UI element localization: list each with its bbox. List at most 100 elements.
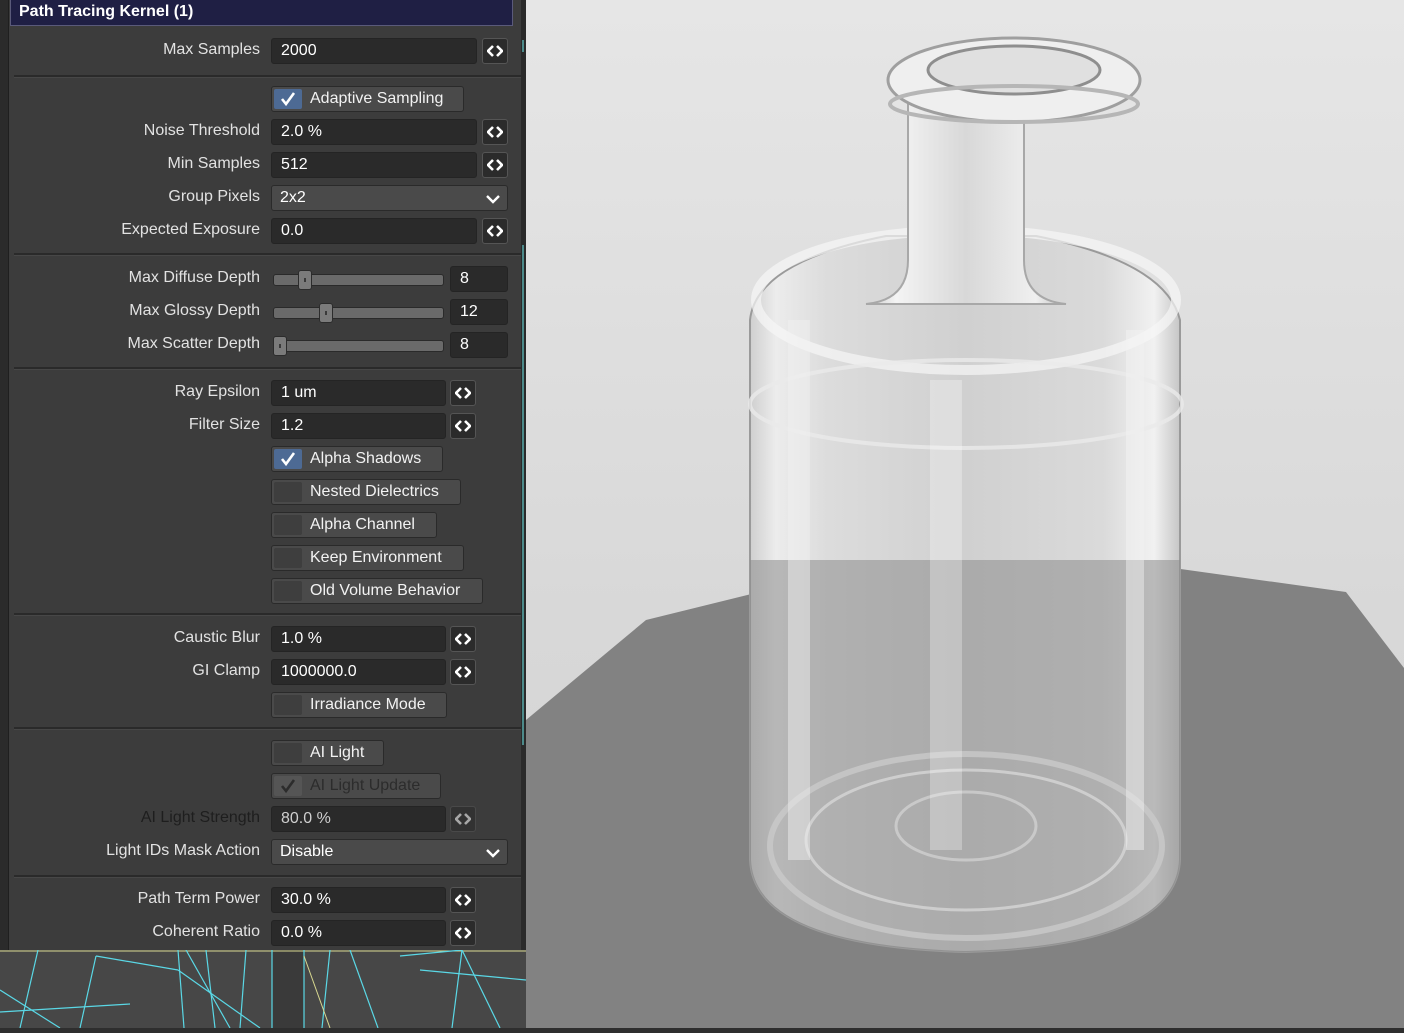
coherent-ratio-label: Coherent Ratio — [152, 923, 260, 940]
path-term-power-spin-icon[interactable] — [450, 887, 476, 913]
adaptive-sampling-checkbox[interactable]: Adaptive Sampling — [271, 86, 464, 112]
ray-epsilon-value: 1 um — [281, 384, 317, 401]
slider-thumb[interactable] — [318, 303, 333, 323]
irradiance-mode-checkbox[interactable]: Irradiance Mode — [271, 692, 447, 718]
check-icon — [274, 449, 302, 469]
glass-bottle-render — [526, 0, 1404, 1028]
caustic-blur-spin-icon[interactable] — [450, 626, 476, 652]
expected-exposure-field[interactable]: 0.0 — [271, 218, 477, 244]
nested-dielectrics-checkbox[interactable]: Nested Dielectrics — [271, 479, 461, 505]
ai-light-strength-spin-icon[interactable] — [450, 806, 476, 832]
gi-clamp-field[interactable]: 1000000.0 — [271, 659, 446, 685]
ai-light-checkbox[interactable]: AI Light — [271, 740, 384, 766]
light-ids-mask-action-value: Disable — [280, 843, 334, 860]
max-samples-spin-icon[interactable] — [482, 38, 508, 64]
separator — [14, 727, 521, 730]
separator — [14, 613, 521, 616]
ai-light-strength-field[interactable]: 80.0 % — [271, 806, 446, 832]
separator — [14, 367, 521, 370]
separator — [14, 75, 521, 78]
ai-light-strength-value: 80.0 % — [281, 810, 331, 827]
ray-epsilon-field[interactable]: 1 um — [271, 380, 446, 406]
check-icon — [274, 776, 302, 796]
max-glossy-depth-field[interactable]: 12 — [450, 299, 508, 325]
caustic-blur-field[interactable]: 1.0 % — [271, 626, 446, 652]
old-volume-behavior-label: Old Volume Behavior — [310, 582, 461, 599]
group-pixels-value: 2x2 — [280, 189, 306, 206]
max-diffuse-depth-slider[interactable] — [271, 268, 446, 290]
noise-threshold-spin-icon[interactable] — [482, 119, 508, 145]
path-term-power-field[interactable]: 30.0 % — [271, 887, 446, 913]
render-settings-panel: Path Tracing Kernel (1) Max Samples 2000… — [0, 0, 526, 950]
group-pixels-select[interactable]: 2x2 — [271, 185, 508, 211]
checkbox-box — [274, 743, 302, 763]
noise-threshold-field[interactable]: 2.0 % — [271, 119, 477, 145]
max-samples-field[interactable]: 2000 — [271, 38, 477, 64]
noise-threshold-label: Noise Threshold — [143, 122, 260, 139]
checkbox-box — [274, 515, 302, 535]
path-term-power-label: Path Term Power — [137, 890, 260, 907]
light-ids-mask-action-label: Light IDs Mask Action — [106, 842, 260, 859]
chevron-down-icon — [486, 195, 500, 204]
ai-light-label: AI Light — [310, 744, 365, 761]
filter-size-label: Filter Size — [188, 416, 260, 433]
max-glossy-depth-value: 12 — [460, 303, 478, 320]
caustic-blur-label: Caustic Blur — [173, 629, 260, 646]
max-diffuse-depth-field[interactable]: 8 — [450, 266, 508, 292]
caustic-blur-value: 1.0 % — [281, 630, 322, 647]
adaptive-sampling-label: Adaptive Sampling — [310, 90, 444, 107]
max-samples-value: 2000 — [281, 42, 317, 59]
ai-light-update-label: AI Light Update — [310, 777, 421, 794]
wireframe-mesh — [0, 949, 527, 1029]
coherent-ratio-field[interactable]: 0.0 % — [271, 920, 446, 946]
keep-environment-label: Keep Environment — [310, 549, 442, 566]
checkbox-box — [274, 482, 302, 502]
separator — [14, 875, 521, 878]
checkbox-box — [274, 548, 302, 568]
keep-environment-checkbox[interactable]: Keep Environment — [271, 545, 464, 571]
max-scatter-depth-value: 8 — [460, 336, 469, 353]
ai-light-strength-label: AI Light Strength — [140, 809, 260, 826]
filter-size-spin-icon[interactable] — [450, 413, 476, 439]
min-samples-field[interactable]: 512 — [271, 152, 477, 178]
light-ids-mask-action-select[interactable]: Disable — [271, 839, 508, 865]
check-icon — [274, 89, 302, 109]
panel-title-bar[interactable]: Path Tracing Kernel (1) — [10, 0, 513, 26]
checkbox-box — [274, 581, 302, 601]
max-glossy-depth-slider[interactable] — [271, 301, 446, 323]
max-scatter-depth-slider[interactable] — [271, 334, 446, 356]
max-glossy-depth-label: Max Glossy Depth — [129, 302, 260, 319]
max-scatter-depth-label: Max Scatter Depth — [127, 335, 261, 352]
ai-light-update-checkbox[interactable]: AI Light Update — [271, 773, 441, 799]
coherent-ratio-value: 0.0 % — [281, 924, 322, 941]
chevron-down-icon — [486, 849, 500, 858]
old-volume-behavior-checkbox[interactable]: Old Volume Behavior — [271, 578, 483, 604]
separator — [14, 253, 521, 256]
alpha-shadows-checkbox[interactable]: Alpha Shadows — [271, 446, 443, 472]
group-pixels-label: Group Pixels — [168, 188, 260, 205]
min-samples-spin-icon[interactable] — [482, 152, 508, 178]
render-preview[interactable] — [526, 0, 1404, 1028]
min-samples-value: 512 — [281, 156, 308, 173]
alpha-channel-checkbox[interactable]: Alpha Channel — [271, 512, 437, 538]
max-diffuse-depth-value: 8 — [460, 270, 469, 287]
gi-clamp-spin-icon[interactable] — [450, 659, 476, 685]
filter-size-value: 1.2 — [281, 417, 304, 434]
max-samples-label: Max Samples — [163, 41, 260, 58]
max-scatter-depth-field[interactable]: 8 — [450, 332, 508, 358]
alpha-channel-label: Alpha Channel — [310, 516, 415, 533]
ray-epsilon-spin-icon[interactable] — [450, 380, 476, 406]
noise-threshold-value: 2.0 % — [281, 123, 322, 140]
slider-track — [273, 307, 444, 319]
slider-thumb[interactable] — [273, 336, 287, 356]
panel-title: Path Tracing Kernel (1) — [19, 3, 194, 20]
coherent-ratio-spin-icon[interactable] — [450, 920, 476, 946]
filter-size-field[interactable]: 1.2 — [271, 413, 446, 439]
wireframe-viewport[interactable] — [0, 949, 527, 1029]
gi-clamp-label: GI Clamp — [192, 662, 260, 679]
slider-thumb[interactable] — [298, 270, 313, 290]
expected-exposure-spin-icon[interactable] — [482, 218, 508, 244]
path-term-power-value: 30.0 % — [281, 891, 331, 908]
expected-exposure-value: 0.0 — [281, 222, 304, 239]
panel-left-edge — [0, 0, 9, 950]
